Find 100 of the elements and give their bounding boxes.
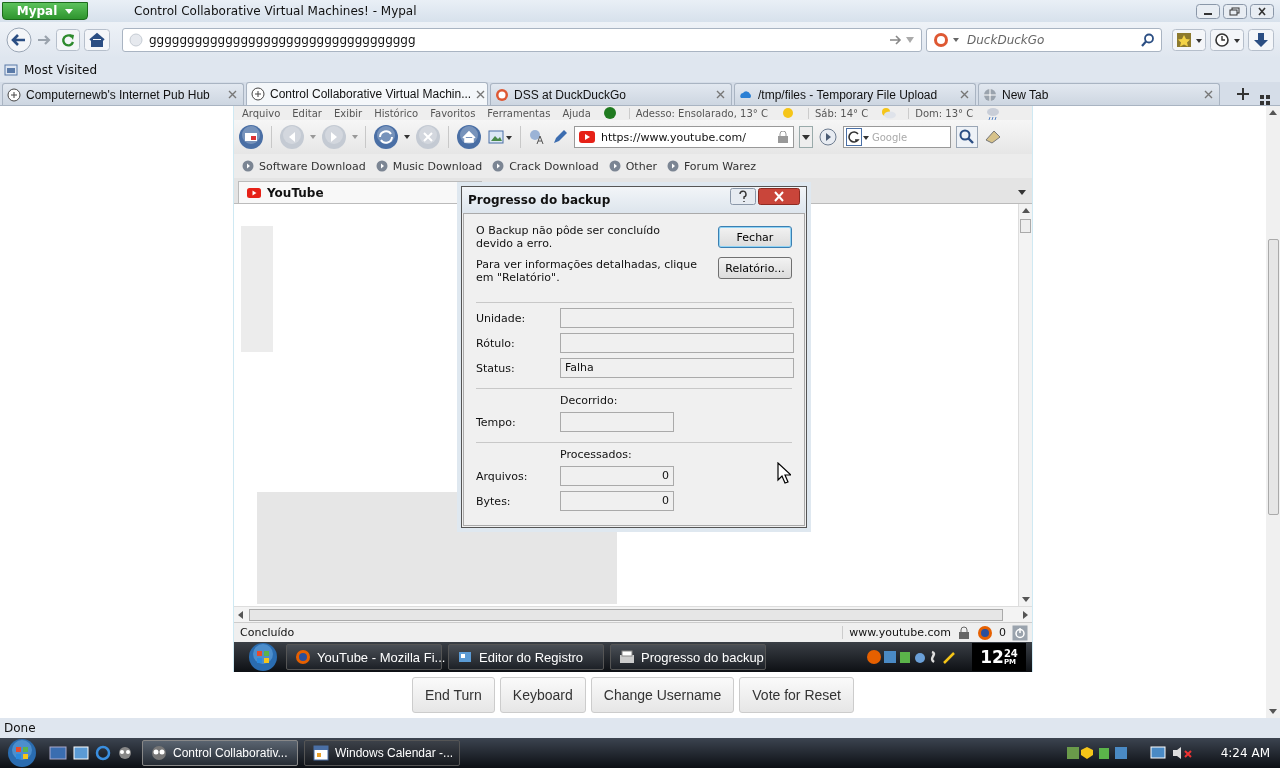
scroll-up-icon[interactable] — [1021, 208, 1030, 213]
tab-favicon-icon — [983, 87, 997, 102]
bookmark-link[interactable]: Most Visited — [4, 63, 98, 77]
dialog-button[interactable]: Fechar — [718, 226, 792, 248]
search-engine-icon[interactable] — [846, 128, 870, 146]
read-only-field: 0 — [560, 491, 674, 511]
home-icon[interactable] — [456, 124, 482, 150]
play-circle-icon — [608, 160, 621, 172]
scrollbar[interactable] — [1018, 204, 1032, 606]
scroll-left-icon[interactable] — [238, 610, 243, 619]
virtual-machine-screen[interactable] — [233, 106, 1033, 672]
menu-item[interactable]: Arquivo — [242, 107, 281, 119]
mail-icon[interactable] — [238, 124, 264, 150]
pen-icon[interactable] — [551, 128, 569, 146]
field-label: Rótulo: — [476, 336, 516, 350]
bookmark-link[interactable]: Other — [608, 159, 657, 173]
scroll-down-icon[interactable] — [1021, 597, 1030, 602]
counter: 0 — [999, 626, 1006, 639]
weather-text: Adesso: Ensolarado, 13° C — [628, 107, 768, 119]
scroll-thumb[interactable] — [1020, 219, 1031, 233]
window-title: Control Collaborative Virtual Machines! - Mypal — [134, 4, 418, 18]
menu-item[interactable]: Exibir — [333, 107, 363, 119]
tab-favicon-icon — [495, 87, 509, 102]
help-icon[interactable] — [730, 187, 756, 205]
lock-icon — [957, 625, 971, 640]
go-arrow-icon[interactable] — [889, 34, 915, 46]
taskbar-button[interactable]: Windows Calendar -... — [304, 740, 460, 766]
close-icon[interactable] — [758, 187, 800, 205]
start-orb-icon[interactable] — [246, 642, 280, 672]
home-icon[interactable] — [84, 29, 110, 51]
search-icon[interactable] — [956, 126, 978, 148]
duck-icon[interactable] — [933, 32, 961, 48]
close-icon[interactable] — [1250, 3, 1274, 19]
action-button[interactable]: Vote for Reset — [739, 677, 854, 713]
weather-icon — [880, 106, 897, 121]
app-icon — [313, 745, 329, 761]
scroll-thumb[interactable] — [1267, 239, 1279, 515]
power-icon[interactable] — [1012, 624, 1028, 641]
menu-item[interactable]: Ferramentas — [487, 107, 551, 119]
taskbar-button[interactable]: Control Collaborativ... — [142, 740, 298, 766]
taskbar-button[interactable]: Editor do Registro — [448, 644, 604, 670]
clock: 4:24 AM — [1220, 746, 1270, 760]
scrollbar[interactable] — [234, 606, 1032, 622]
translate-icon[interactable] — [528, 128, 546, 146]
paint-icon[interactable] — [983, 128, 1003, 146]
back-icon[interactable] — [6, 27, 32, 53]
bookmark-link[interactable]: Crack Download — [492, 159, 599, 173]
tab-list-icon[interactable] — [1260, 95, 1270, 105]
search-icon[interactable] — [1141, 33, 1155, 47]
scroll-up-icon[interactable] — [1269, 110, 1277, 115]
browser-tab[interactable]: New Tab — [978, 83, 1220, 105]
field-label: Unidade: — [476, 311, 527, 325]
scroll-right-icon[interactable] — [1023, 610, 1028, 619]
dropdown-icon[interactable] — [799, 126, 813, 148]
browser-tab[interactable]: Computernewb's Internet Pub Hub — [2, 83, 244, 105]
menu-item[interactable]: Editar — [292, 107, 322, 119]
field-label: Bytes: — [476, 494, 512, 508]
scrollbar[interactable] — [1266, 106, 1280, 718]
history-icon[interactable] — [1210, 29, 1244, 51]
weather-text: Sáb: 14° C — [807, 107, 869, 119]
menu-item[interactable]: Histórico — [374, 107, 419, 119]
globe-icon — [129, 33, 143, 47]
restore-icon[interactable] — [1223, 3, 1247, 19]
scroll-thumb[interactable] — [249, 608, 1003, 621]
menu-item[interactable]: Favoritos — [430, 107, 476, 119]
tab-favicon-icon — [251, 87, 265, 101]
search-field[interactable]: DuckDuckGo — [926, 28, 1162, 52]
action-button[interactable]: Change Username — [590, 677, 735, 713]
dialog-button[interactable]: Relatório... — [718, 257, 792, 279]
address-field[interactable]: ggggggggggggggggggggggggggggggggggg — [122, 28, 922, 52]
section-heading: Decorrido: — [560, 394, 619, 407]
app-icon — [151, 745, 167, 761]
minimize-icon[interactable] — [1196, 3, 1220, 19]
bookmark-link[interactable]: Forum Warez — [666, 159, 757, 173]
browser-tab[interactable]: /tmp/files - Temporary File Upload — [734, 83, 976, 105]
reload-icon[interactable] — [56, 29, 80, 51]
section-heading: Processados: — [560, 448, 633, 461]
menu-item[interactable]: Ajuda — [562, 107, 591, 119]
bookmark-link[interactable]: Software Download — [242, 159, 366, 173]
address-field[interactable]: https://www.youtube.com/ — [574, 126, 794, 148]
action-button[interactable]: Keyboard — [499, 677, 586, 713]
new-tab-icon[interactable] — [1236, 87, 1250, 101]
app-icon — [295, 649, 311, 665]
video-play-icon — [579, 131, 595, 143]
picture-frame-icon[interactable] — [487, 128, 513, 146]
bookmark-link[interactable]: Music Download — [375, 159, 483, 173]
caret-icon[interactable] — [404, 135, 410, 139]
field-label: Arquivos: — [476, 469, 529, 483]
caret-icon[interactable] — [1018, 190, 1026, 195]
scroll-down-icon[interactable] — [1269, 709, 1277, 714]
browser-tab[interactable]: DSS at DuckDuckGo — [490, 83, 732, 105]
download-icon[interactable] — [1248, 29, 1274, 51]
go-icon[interactable] — [818, 127, 838, 147]
action-button[interactable]: End Turn — [412, 677, 495, 713]
browser-tab[interactable]: Control Collaborative Virtual Machin... — [246, 82, 488, 105]
refresh-icon[interactable] — [373, 124, 399, 150]
read-only-field: Falha — [560, 358, 794, 378]
play-circle-icon — [666, 160, 679, 172]
taskbar-button[interactable]: Progresso do backup — [610, 644, 766, 670]
video-play-icon — [247, 187, 261, 198]
